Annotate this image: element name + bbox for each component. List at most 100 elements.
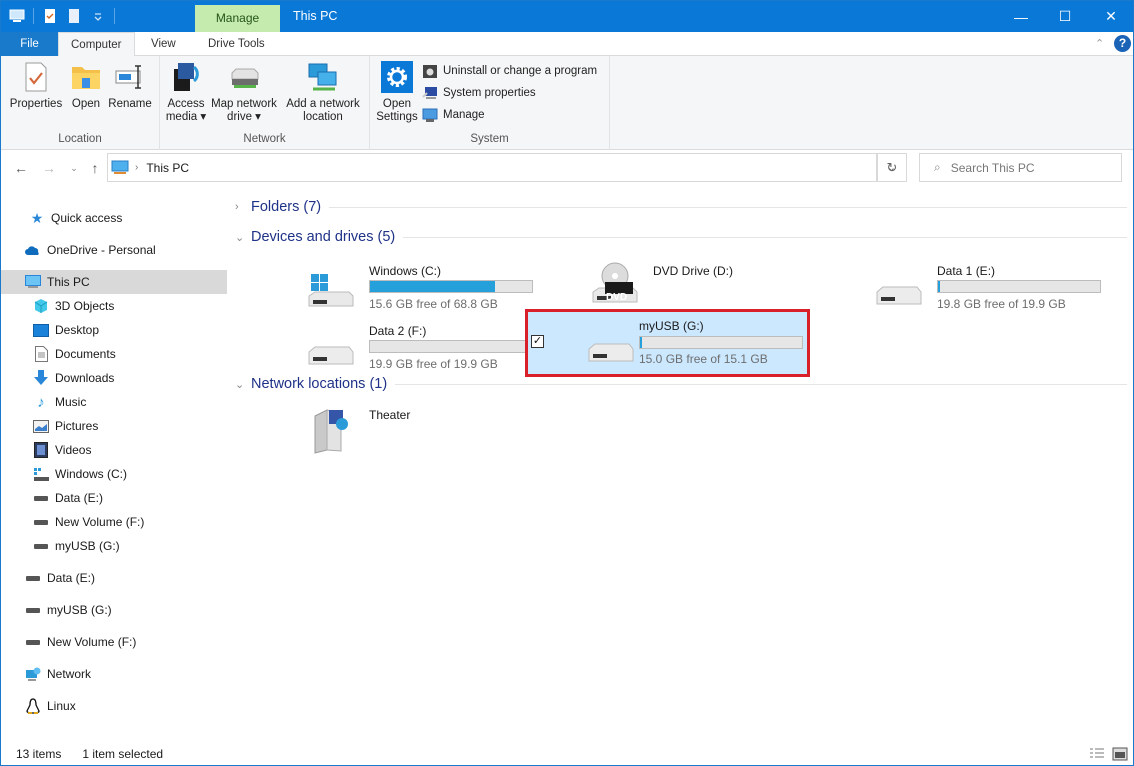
nav-item-data-e-root[interactable]: Data (E:) (1, 566, 227, 590)
nav-item-this-pc[interactable]: This PC (1, 270, 227, 294)
picture-icon (33, 418, 49, 434)
this-pc-icon[interactable] (9, 8, 25, 24)
details-view-icon[interactable] (1089, 747, 1105, 761)
tab-file[interactable]: File (1, 32, 58, 56)
search-icon: ⌕ (934, 160, 941, 174)
breadcrumb-this-pc[interactable]: This PC (146, 161, 189, 175)
large-icons-view-icon[interactable] (1112, 747, 1128, 761)
minimize-button[interactable]: — (998, 1, 1044, 32)
open-settings-label-1: Open (382, 98, 412, 110)
address-bar[interactable]: › This PC (107, 153, 877, 182)
separator (33, 8, 34, 24)
help-icon[interactable]: ? (1114, 35, 1131, 52)
map-network-drive-icon (227, 60, 261, 94)
drive-usage-fill (640, 337, 642, 348)
status-bar: 13 items 1 item selected (1, 743, 1133, 765)
network-location-icon (306, 60, 340, 94)
section-network-locations[interactable]: ⌄ Network locations (1) (235, 376, 1127, 392)
minimize-icon: — (1014, 8, 1028, 25)
tab-view[interactable]: View (139, 32, 188, 56)
system-properties-button[interactable]: System properties (422, 85, 536, 101)
download-arrow-icon (33, 370, 49, 386)
section-folders[interactable]: › Folders (7) (235, 199, 1127, 215)
nav-item-network[interactable]: Network (1, 662, 227, 686)
nav-item-onedrive[interactable]: OneDrive - Personal (1, 238, 227, 262)
section-devices-and-drives[interactable]: ⌄ Devices and drives (5) (235, 229, 1127, 245)
open-button[interactable]: Open (67, 60, 105, 111)
forward-button[interactable]: → (40, 159, 58, 177)
manage-icon (422, 108, 438, 122)
nav-item-3d-objects[interactable]: 3D Objects (1, 294, 227, 318)
recent-locations-button[interactable]: ⌄ (65, 159, 83, 177)
nav-item-new-volume-f[interactable]: New Volume (F:) (1, 510, 227, 534)
tab-drive-tools[interactable]: Drive Tools (196, 32, 277, 56)
add-network-location-label-1: Add a network (286, 98, 360, 110)
nav-item-quick-access[interactable]: ★ Quick access (1, 206, 227, 230)
nav-item-myusb-g-root[interactable]: myUSB (G:) (1, 598, 227, 622)
nav-item-myusb-g[interactable]: myUSB (G:) (1, 534, 227, 558)
rename-icon (113, 60, 147, 94)
drive-free-space: 19.9 GB free of 19.9 GB (369, 357, 498, 371)
star-icon: ★ (30, 209, 44, 226)
tab-computer[interactable]: Computer (58, 32, 135, 57)
drive-tile-data1-e[interactable]: Data 1 (E:) 19.8 GB free of 19.9 GB (867, 258, 1134, 320)
selection-checkbox[interactable]: ✓ (531, 335, 544, 348)
context-tab-manage[interactable]: Manage (195, 5, 280, 32)
drive-name: Data 1 (E:) (937, 264, 996, 278)
rename-button[interactable]: Rename (107, 60, 153, 111)
separator (114, 8, 115, 24)
add-network-location-button[interactable]: Add a network location (282, 60, 364, 124)
uninstall-program-button[interactable]: Uninstall or change a program (422, 63, 597, 79)
nav-item-music[interactable]: ♪ Music (1, 390, 227, 414)
customize-qat-icon[interactable] (90, 8, 106, 24)
group-label-network: Network (243, 133, 286, 145)
ribbon-group-network: Access media ▾ Map network drive ▾ Add a… (160, 56, 370, 150)
uninstall-icon (423, 65, 437, 78)
add-network-location-label-2: location (303, 111, 343, 123)
drive-free-space: 15.0 GB free of 15.1 GB (639, 352, 768, 366)
drive-tile-myusb-g[interactable]: ✓ myUSB (G:) 15.0 GB free of 15.1 GB (525, 309, 810, 377)
access-media-label-1: Access (167, 98, 205, 110)
chevron-down-icon: ⌄ (235, 378, 245, 391)
up-button[interactable]: ↑ (86, 159, 104, 177)
refresh-button[interactable]: ↻ (877, 153, 907, 182)
nav-label: Network (47, 667, 92, 681)
back-button[interactable]: ← (12, 159, 30, 177)
close-button[interactable]: ✕ (1088, 1, 1134, 32)
drive-usage-bar (369, 280, 533, 293)
properties-icon (19, 60, 53, 94)
nav-item-documents[interactable]: Documents (1, 342, 227, 366)
open-settings-button[interactable]: Open Settings (374, 60, 420, 124)
document-icon (33, 346, 49, 362)
nav-item-pictures[interactable]: Pictures (1, 414, 227, 438)
properties-button[interactable]: Properties (7, 60, 65, 111)
nav-item-windows-c[interactable]: Windows (C:) (1, 462, 227, 486)
nav-item-videos[interactable]: Videos (1, 438, 227, 462)
nav-label: Data (E:) (55, 491, 104, 505)
access-media-button[interactable]: Access media ▾ (165, 60, 207, 124)
nav-item-downloads[interactable]: Downloads (1, 366, 227, 390)
map-network-drive-button[interactable]: Map network drive ▾ (208, 60, 280, 124)
nav-label: myUSB (G:) (47, 603, 112, 617)
uninstall-label: Uninstall or change a program (443, 65, 598, 77)
new-folder-qat-icon[interactable] (66, 8, 82, 24)
back-arrow-icon: ← (14, 160, 28, 176)
network-location-theater[interactable]: Theater (299, 404, 579, 456)
title-bar: Manage This PC — ☐ ✕ (1, 1, 1133, 32)
collapse-ribbon-icon[interactable]: ⌃ (1095, 37, 1104, 50)
search-input[interactable]: ⌕ Search This PC (919, 153, 1122, 182)
access-media-label-2: media ▾ (165, 111, 207, 123)
nav-item-data-e[interactable]: Data (E:) (1, 486, 227, 510)
properties-qat-icon[interactable] (42, 8, 58, 24)
chevron-down-icon: ⌄ (235, 231, 245, 244)
nav-label: Linux (47, 699, 76, 713)
nav-label: Videos (55, 443, 92, 457)
computer-icon (111, 160, 129, 174)
nav-item-linux[interactable]: Linux (1, 694, 227, 718)
drive-free-space: 19.8 GB free of 19.9 GB (937, 297, 1066, 311)
nav-item-new-volume-f-root[interactable]: New Volume (F:) (1, 630, 227, 654)
manage-button[interactable]: Manage (422, 107, 485, 123)
maximize-button[interactable]: ☐ (1042, 1, 1088, 32)
nav-item-desktop[interactable]: Desktop (1, 318, 227, 342)
close-icon: ✕ (1105, 8, 1117, 24)
